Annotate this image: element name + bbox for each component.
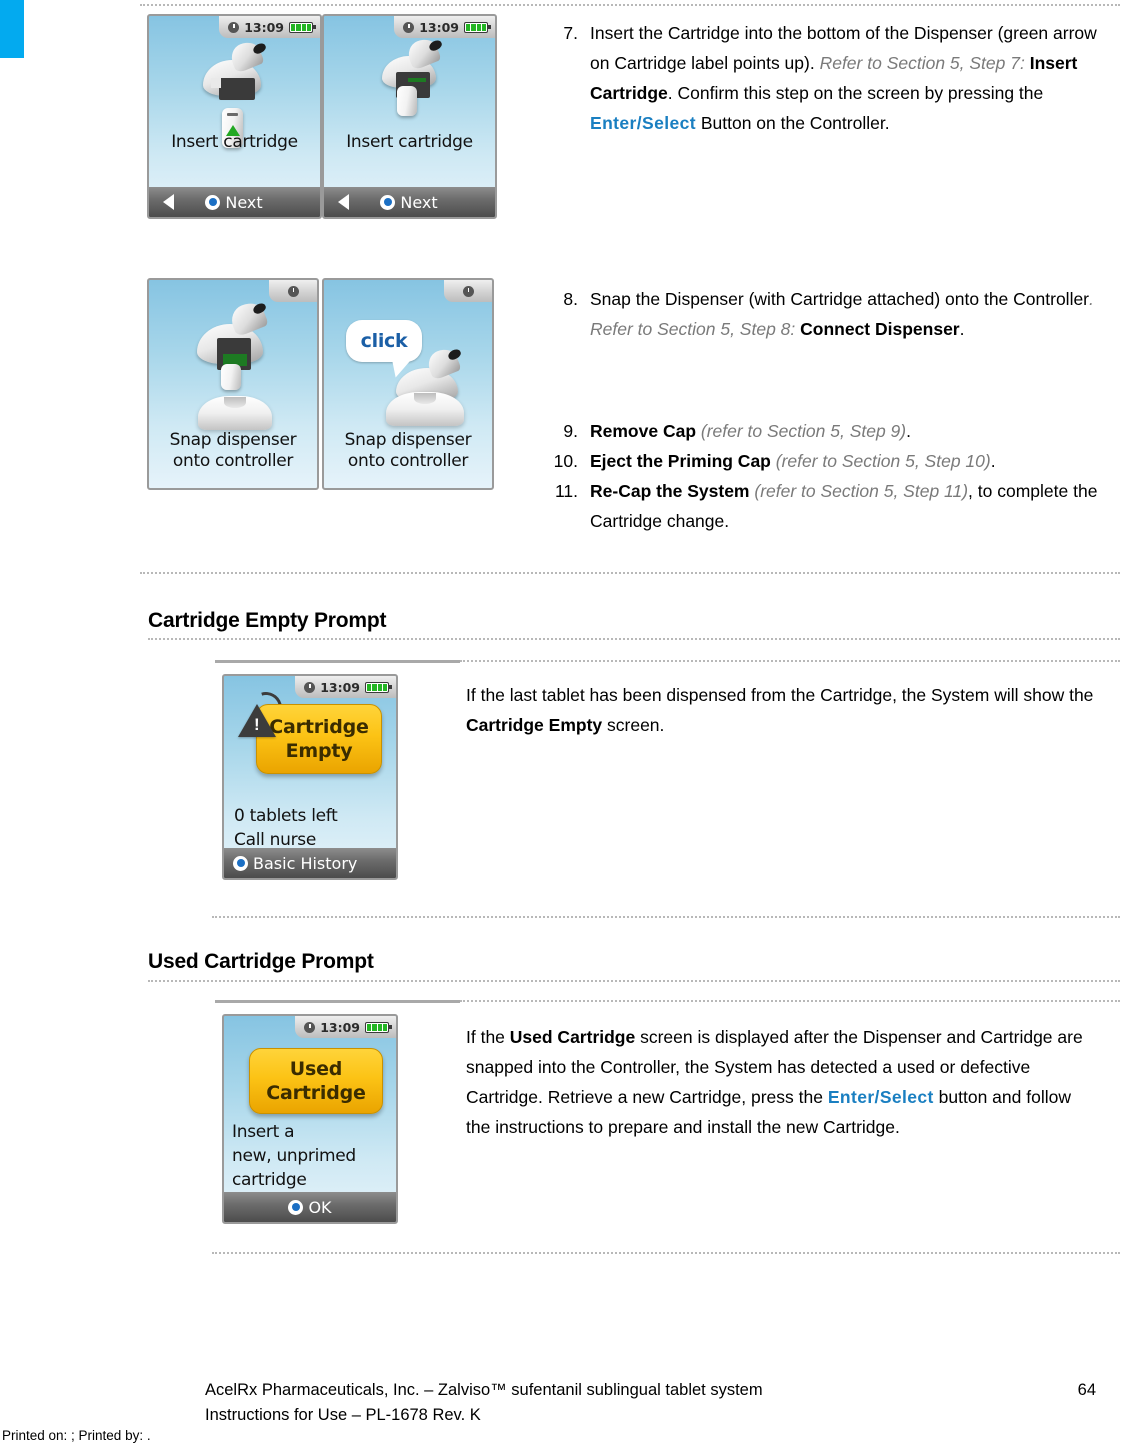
clock-icon <box>304 1021 316 1033</box>
status-time: 13:09 <box>320 1019 360 1035</box>
select-dot-icon <box>233 855 248 871</box>
warning-triangle-icon <box>238 704 276 737</box>
controller-illustration <box>386 392 464 426</box>
softkey-label: Next <box>225 192 263 212</box>
select-dot-icon <box>205 194 221 210</box>
select-dot-icon <box>380 194 396 210</box>
clock-icon <box>304 681 316 693</box>
click-bubble-label: click <box>360 330 408 352</box>
alert-line-1: Cartridge <box>269 716 369 738</box>
subsection-rule-2 <box>215 1000 460 1003</box>
step-text: Insert the Cartridge into the bottom of … <box>590 23 1097 133</box>
softkey-next[interactable]: Next <box>349 193 469 212</box>
step-item: 8. Snap the Dispenser (with Cartridge at… <box>552 284 1112 344</box>
screen-caption: Insert cartridge <box>346 132 473 152</box>
step-8-container: 8. Snap the Dispenser (with Cartridge at… <box>552 284 1112 344</box>
step-text: Snap the Dispenser (with Cartridge attac… <box>590 289 1094 339</box>
alert-line-1: Used <box>289 1058 343 1080</box>
battery-icon <box>365 1021 392 1033</box>
step-7-container: 7. Insert the Cartridge into the bottom … <box>552 18 1112 138</box>
step-item: 10. Eject the Priming Cap (refer to Sect… <box>552 446 1112 476</box>
step-item: 9. Remove Cap (refer to Section 5, Step … <box>552 416 1112 446</box>
section-divider-3 <box>212 1252 1120 1254</box>
footer-text: AcelRx Pharmaceuticals, Inc. – Zalviso™ … <box>205 1378 995 1428</box>
softkey-basic-history[interactable]: Basic History <box>224 854 396 873</box>
cartridge-empty-paragraph: If the last tablet has been dispensed fr… <box>466 685 1094 735</box>
page-number: 64 <box>1077 1381 1096 1399</box>
used-cartridge-paragraph: If the Used Cartridge screen is displaye… <box>466 1027 1083 1137</box>
screen-caption: Snap dispenser onto controller <box>149 430 317 472</box>
page-edge-marker <box>0 0 24 58</box>
softkey-bar: OK <box>224 1192 396 1222</box>
top-divider <box>140 4 1120 6</box>
softkey-ok[interactable]: OK <box>224 1198 396 1217</box>
body-line-1: 0 tablets left <box>234 806 338 826</box>
step-text: Re-Cap the System (refer to Section 5, S… <box>590 481 1098 531</box>
caption-line-2: onto controller <box>172 451 294 471</box>
section-heading-used-cartridge: Used Cartridge Prompt <box>148 950 374 973</box>
step-number: 9. <box>563 421 578 441</box>
section-divider-1 <box>140 572 1120 574</box>
battery-icon <box>365 681 392 693</box>
screen-caption: Snap dispenser onto controller <box>324 430 492 472</box>
device-screen-used-cartridge: 13:09 Used Cartridge Insert a new, unpri… <box>222 1014 398 1224</box>
screen-body-text: Insert a new, unprimed cartridge <box>232 1120 356 1192</box>
footer-line-1: AcelRx Pharmaceuticals, Inc. – Zalviso™ … <box>205 1381 763 1399</box>
click-bubble: click <box>346 320 422 362</box>
controller-illustration <box>198 396 272 430</box>
subsection-rule-1 <box>215 660 460 663</box>
steps-9-11-container: 9. Remove Cap (refer to Section 5, Step … <box>552 416 1112 536</box>
caption-line-1: Snap dispenser <box>169 430 297 450</box>
body-line-3: cartridge <box>232 1170 307 1190</box>
step-number: 11. <box>554 481 578 501</box>
device-screen-snap-dispenser-a: Snap dispenser onto controller <box>147 278 319 490</box>
softkey-label: Basic History <box>253 853 358 873</box>
device-screen-cartridge-empty: 13:09 Cartridge Empty 0 tablets left Cal… <box>222 674 398 880</box>
heading-underline-1 <box>148 638 1120 640</box>
subsection-rule-1-dotted <box>460 660 1120 662</box>
step-number: 10. <box>553 451 578 471</box>
alert-plate: Used Cartridge <box>249 1048 383 1114</box>
softkey-bar: Next <box>324 187 495 217</box>
step-item: 11. Re-Cap the System (refer to Section … <box>552 476 1112 536</box>
status-time: 13:09 <box>320 679 360 695</box>
section-divider-2 <box>212 916 1120 918</box>
dispenser-onto-controller-illustration <box>149 280 317 440</box>
step-item: 7. Insert the Cartridge into the bottom … <box>552 18 1112 138</box>
snapped-dispenser-illustration: click <box>324 280 492 440</box>
device-screen-insert-cartridge-a: 13:09 Insert cartridge Next <box>147 14 322 219</box>
caption-line-1: Snap dispenser <box>344 430 472 450</box>
softkey-bar: Next <box>149 187 320 217</box>
alert-line-2: Cartridge <box>266 1082 366 1104</box>
body-line-2: new, unprimed <box>232 1146 356 1166</box>
screen-caption: Insert cartridge <box>171 132 298 152</box>
back-arrow-icon[interactable] <box>163 194 174 210</box>
status-bar: 13:09 <box>295 676 396 698</box>
back-arrow-icon[interactable] <box>338 194 349 210</box>
status-bar: 13:09 <box>295 1016 396 1038</box>
select-dot-icon <box>288 1199 304 1215</box>
caption-line-2: onto controller <box>347 451 469 471</box>
device-screen-insert-cartridge-b: 13:09 Insert cartridge Next <box>322 14 497 219</box>
subsection-rule-2-dotted <box>460 1000 1120 1002</box>
printed-stamp: Printed on: ; Printed by: . <box>2 1428 151 1443</box>
step-text: Eject the Priming Cap (refer to Section … <box>590 451 996 471</box>
softkey-next[interactable]: Next <box>174 193 294 212</box>
alert-line-2: Empty <box>285 740 353 762</box>
footer-line-2: Instructions for Use – PL-1678 Rev. K <box>205 1406 481 1424</box>
step-number: 7. <box>563 23 578 43</box>
step-number: 8. <box>563 289 578 309</box>
softkey-label: OK <box>308 1197 332 1217</box>
softkey-bar: Basic History <box>224 848 396 878</box>
body-line-1: Insert a <box>232 1122 295 1142</box>
step-text: Remove Cap (refer to Section 5, Step 9). <box>590 421 911 441</box>
heading-underline-2 <box>148 980 1120 982</box>
device-screen-snap-dispenser-b: click Snap dispenser onto controller <box>322 278 494 490</box>
screen-body-text: 0 tablets left Call nurse <box>234 804 338 852</box>
section-heading-cartridge-empty: Cartridge Empty Prompt <box>148 609 387 632</box>
softkey-label: Next <box>400 192 438 212</box>
